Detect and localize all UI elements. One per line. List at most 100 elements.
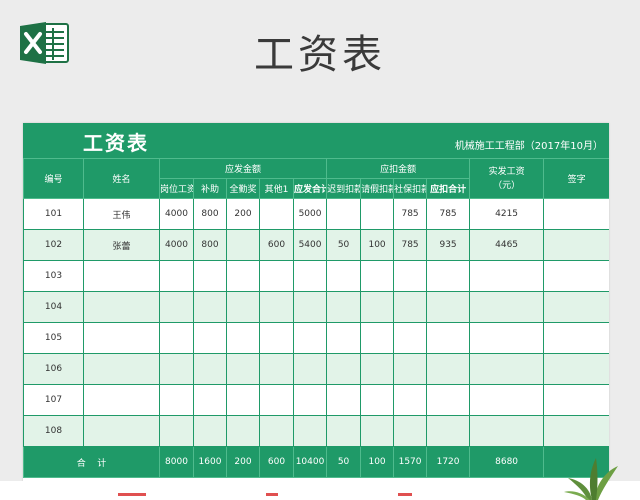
cell-social[interactable]: 785 xyxy=(393,229,428,261)
cell-leave[interactable] xyxy=(360,384,395,416)
cell-name[interactable] xyxy=(83,384,160,416)
cell-subsidy[interactable] xyxy=(193,353,227,385)
cell-no[interactable]: 101 xyxy=(23,198,84,230)
cell-name[interactable] xyxy=(83,291,160,323)
cell-net[interactable] xyxy=(469,415,545,447)
cell-net[interactable] xyxy=(469,260,545,292)
cell-social[interactable] xyxy=(393,260,428,292)
cell-social[interactable]: 785 xyxy=(393,198,428,230)
cell-attendance[interactable] xyxy=(226,291,260,323)
cell-base[interactable] xyxy=(159,384,194,416)
cell-base[interactable] xyxy=(159,291,194,323)
cell-attendance[interactable] xyxy=(226,384,260,416)
cell-no[interactable]: 106 xyxy=(23,353,84,385)
cell-late[interactable] xyxy=(326,415,362,447)
cell-subsidy[interactable] xyxy=(193,415,227,447)
cell-other[interactable] xyxy=(259,415,294,447)
cell-other[interactable] xyxy=(259,353,294,385)
cell-payable-total[interactable]: 5000 xyxy=(292,198,328,230)
cell-net[interactable] xyxy=(469,353,545,385)
cell-base[interactable]: 4000 xyxy=(159,198,194,230)
cell-net[interactable] xyxy=(469,291,545,323)
cell-payable-total[interactable] xyxy=(292,260,328,292)
cell-sign[interactable] xyxy=(543,353,609,385)
cell-no[interactable]: 108 xyxy=(23,415,84,447)
cell-social[interactable] xyxy=(393,384,428,416)
cell-attendance[interactable] xyxy=(226,415,260,447)
cell-net[interactable] xyxy=(469,322,545,354)
cell-sign[interactable] xyxy=(543,415,609,447)
cell-base[interactable] xyxy=(159,322,194,354)
cell-net[interactable] xyxy=(469,384,545,416)
cell-attendance[interactable] xyxy=(226,260,260,292)
cell-name[interactable]: 张蕾 xyxy=(83,229,160,261)
cell-other[interactable] xyxy=(259,260,294,292)
cell-leave[interactable] xyxy=(360,291,395,323)
cell-payable-total[interactable] xyxy=(292,384,328,416)
cell-no[interactable]: 103 xyxy=(23,260,84,292)
cell-late[interactable]: 50 xyxy=(326,229,362,261)
cell-payable-total[interactable] xyxy=(292,322,328,354)
cell-attendance[interactable]: 200 xyxy=(226,198,260,230)
cell-base[interactable] xyxy=(159,353,194,385)
cell-base[interactable]: 4000 xyxy=(159,229,194,261)
cell-subsidy[interactable] xyxy=(193,384,227,416)
cell-deduct-total[interactable] xyxy=(426,415,471,447)
cell-sign[interactable] xyxy=(543,198,609,230)
cell-attendance[interactable] xyxy=(226,353,260,385)
cell-leave[interactable] xyxy=(360,260,395,292)
cell-late[interactable] xyxy=(326,353,362,385)
cell-social[interactable] xyxy=(393,415,428,447)
cell-name[interactable] xyxy=(83,353,160,385)
cell-base[interactable] xyxy=(159,415,194,447)
cell-deduct-total[interactable] xyxy=(426,384,471,416)
cell-no[interactable]: 105 xyxy=(23,322,84,354)
cell-subsidy[interactable] xyxy=(193,322,227,354)
cell-sign[interactable] xyxy=(543,260,609,292)
cell-no[interactable]: 107 xyxy=(23,384,84,416)
cell-sign[interactable] xyxy=(543,322,609,354)
cell-payable-total[interactable] xyxy=(292,415,328,447)
cell-other[interactable] xyxy=(259,291,294,323)
cell-subsidy[interactable] xyxy=(193,260,227,292)
cell-deduct-total[interactable] xyxy=(426,291,471,323)
cell-base[interactable] xyxy=(159,260,194,292)
cell-attendance[interactable] xyxy=(226,322,260,354)
cell-late[interactable] xyxy=(326,291,362,323)
cell-name[interactable]: 王伟 xyxy=(83,198,160,230)
cell-name[interactable] xyxy=(83,260,160,292)
cell-other[interactable] xyxy=(259,198,294,230)
cell-name[interactable] xyxy=(83,415,160,447)
cell-payable-total[interactable] xyxy=(292,291,328,323)
cell-net[interactable]: 4215 xyxy=(469,198,545,230)
cell-social[interactable] xyxy=(393,353,428,385)
cell-leave[interactable]: 100 xyxy=(360,229,395,261)
cell-other[interactable]: 600 xyxy=(259,229,294,261)
cell-subsidy[interactable]: 800 xyxy=(193,198,227,230)
cell-late[interactable] xyxy=(326,198,362,230)
cell-sign[interactable] xyxy=(543,291,609,323)
cell-other[interactable] xyxy=(259,384,294,416)
cell-deduct-total[interactable]: 785 xyxy=(426,198,471,230)
cell-late[interactable] xyxy=(326,384,362,416)
cell-leave[interactable] xyxy=(360,322,395,354)
cell-subsidy[interactable] xyxy=(193,291,227,323)
cell-social[interactable] xyxy=(393,291,428,323)
cell-attendance[interactable] xyxy=(226,229,260,261)
cell-payable-total[interactable] xyxy=(292,353,328,385)
cell-deduct-total[interactable] xyxy=(426,353,471,385)
cell-payable-total[interactable]: 5400 xyxy=(292,229,328,261)
cell-no[interactable]: 102 xyxy=(23,229,84,261)
cell-name[interactable] xyxy=(83,322,160,354)
cell-leave[interactable] xyxy=(360,353,395,385)
cell-deduct-total[interactable] xyxy=(426,322,471,354)
cell-late[interactable] xyxy=(326,322,362,354)
cell-subsidy[interactable]: 800 xyxy=(193,229,227,261)
cell-leave[interactable] xyxy=(360,415,395,447)
cell-net[interactable]: 4465 xyxy=(469,229,545,261)
cell-late[interactable] xyxy=(326,260,362,292)
cell-no[interactable]: 104 xyxy=(23,291,84,323)
cell-leave[interactable] xyxy=(360,198,395,230)
cell-sign[interactable] xyxy=(543,384,609,416)
cell-deduct-total[interactable] xyxy=(426,260,471,292)
